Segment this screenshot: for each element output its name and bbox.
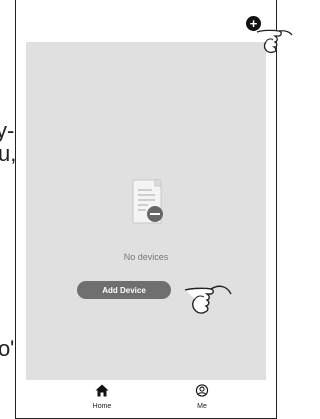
tab-me[interactable]: Me (182, 384, 222, 410)
tab-me-label: Me (197, 403, 207, 410)
add-device-button[interactable]: Add Device (77, 281, 171, 299)
tab-home-label: Home (92, 403, 112, 410)
document-remove-icon (132, 178, 163, 224)
phone-screen: + No devices Add Device Home Me (15, 0, 277, 419)
tab-home[interactable]: Home (82, 384, 122, 410)
top-bar: + (16, 0, 276, 42)
device-list-area: No devices Add Device (26, 42, 266, 380)
bottom-tab-bar: Home Me (26, 380, 266, 417)
pointing-hand-icon (184, 285, 232, 314)
empty-state-text: No devices (123, 252, 169, 262)
side-text-2: u, (0, 141, 17, 166)
pointing-hand-icon (256, 29, 293, 54)
user-circle-icon (195, 384, 209, 397)
home-icon (95, 384, 109, 397)
side-text-1: y- (0, 118, 15, 143)
